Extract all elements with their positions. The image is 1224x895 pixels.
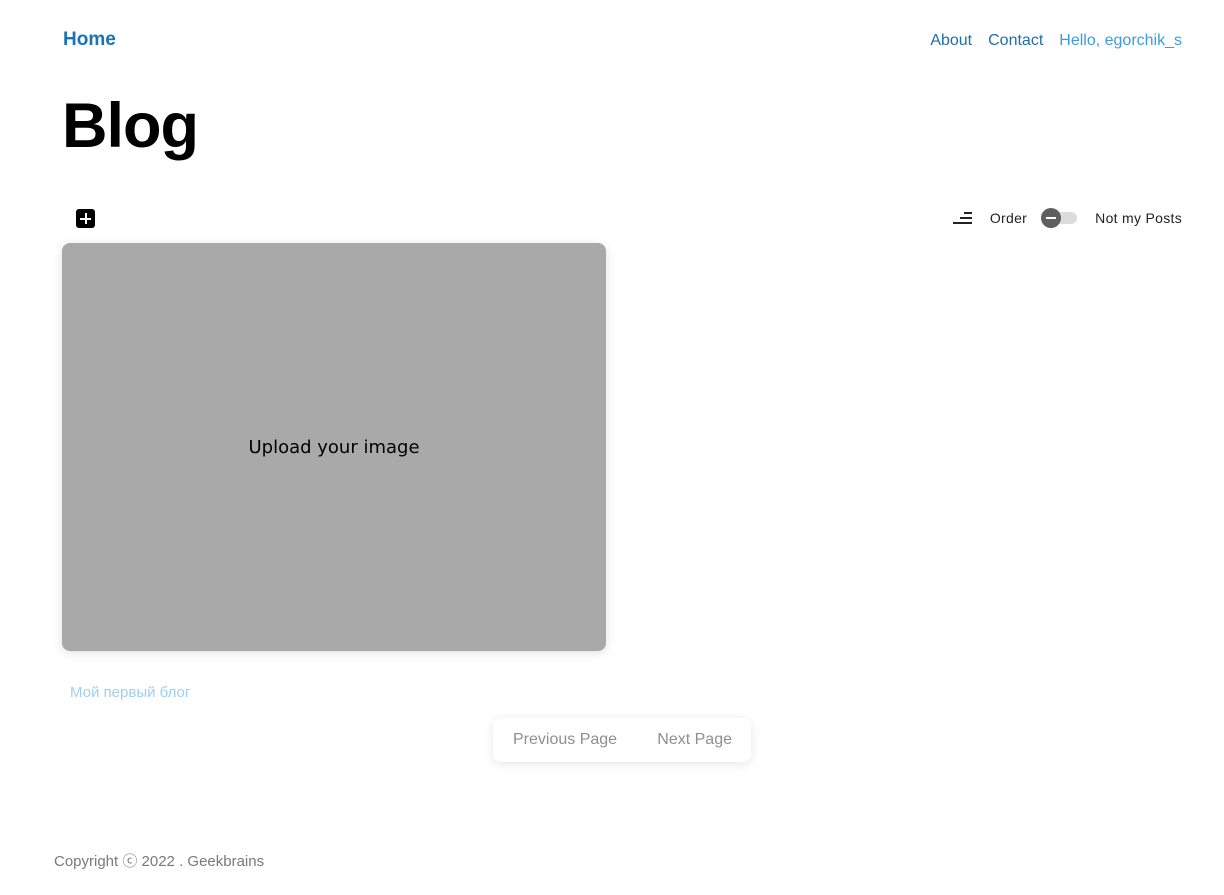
- page: Home About Contact Hello, egorchik_s Blo…: [0, 0, 1224, 895]
- upload-image-text: Upload your image: [248, 436, 420, 458]
- not-my-posts-toggle[interactable]: [1041, 208, 1078, 228]
- toolbar-controls: Order Not my Posts: [952, 207, 1182, 229]
- post-title-link[interactable]: Мой первый блог: [70, 684, 190, 701]
- top-nav: About Contact Hello, egorchik_s: [930, 32, 1182, 50]
- not-my-posts-label: Not my Posts: [1095, 210, 1182, 226]
- pagination: Previous Page Next Page: [493, 718, 751, 762]
- page-title: Blog: [62, 91, 199, 161]
- sort-icon[interactable]: [952, 211, 972, 225]
- next-page-button[interactable]: Next Page: [657, 731, 732, 749]
- post-card-image[interactable]: Upload your image: [62, 243, 606, 651]
- order-label: Order: [989, 210, 1028, 226]
- footer-copyright: Copyright ⓒ 2022 . Geekbrains: [54, 853, 265, 870]
- nav-contact-link[interactable]: Contact: [988, 32, 1043, 50]
- user-greeting-link[interactable]: Hello, egorchik_s: [1059, 32, 1182, 50]
- nav-home-link[interactable]: Home: [63, 29, 116, 51]
- add-post-icon[interactable]: [76, 209, 95, 228]
- previous-page-button[interactable]: Previous Page: [513, 731, 617, 749]
- toggle-knob: [1041, 208, 1062, 228]
- nav-about-link[interactable]: About: [930, 32, 972, 50]
